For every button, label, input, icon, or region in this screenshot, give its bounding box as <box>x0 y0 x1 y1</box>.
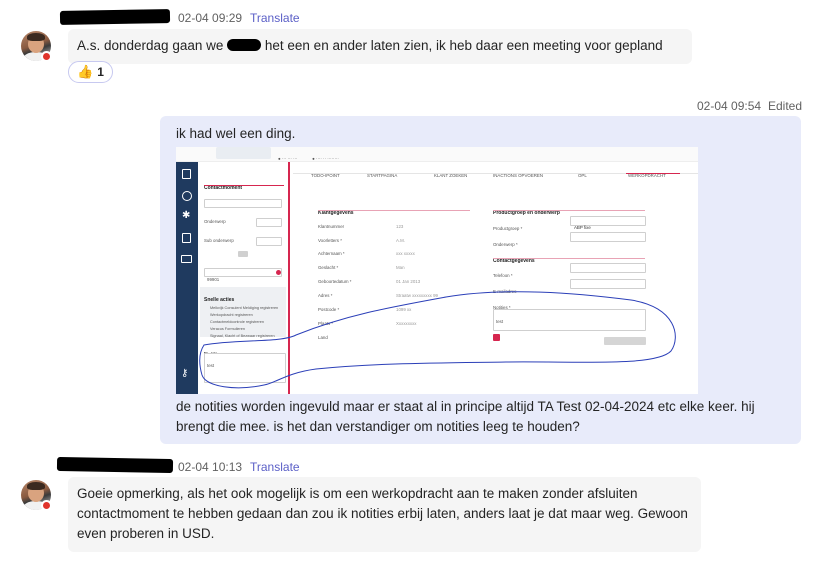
reaction-badge[interactable]: 👍 1 <box>68 61 113 83</box>
message-text: Goeie opmerking, als het ook mogelijk is… <box>77 486 688 541</box>
message-text: ik had wel een ding. <box>176 126 296 141</box>
message-timestamp: 02-04 10:13 <box>178 460 243 474</box>
message-bubble[interactable]: A.s. donderdag gaan we het een en ander … <box>68 29 692 64</box>
message-bubble[interactable]: ik had wel een ding. ● ··· ··· ··· ● ···… <box>160 116 801 444</box>
message-text-end: het een en ander laten zien, ik heb daar… <box>264 38 663 53</box>
message-timestamp: 02-04 09:54 <box>697 99 762 113</box>
redacted-sender-name <box>59 9 171 25</box>
message-text: de notities worden ingevuld maar er staa… <box>176 399 755 434</box>
translate-link[interactable]: Translate <box>250 460 300 474</box>
annotation-circle <box>199 291 676 389</box>
message-timestamp: 02-04 09:29 <box>178 11 243 25</box>
translate-link[interactable]: Translate <box>250 11 300 25</box>
thumbs-up-icon: 👍 <box>77 64 94 79</box>
redacted-name <box>227 39 262 51</box>
redacted-sender-name <box>56 456 174 474</box>
reaction-count: 1 <box>97 65 104 79</box>
edited-label: Edited <box>768 99 803 113</box>
presence-status-icon <box>41 51 52 62</box>
message-bubble[interactable]: Goeie opmerking, als het ook mogelijk is… <box>68 477 701 552</box>
message-text-start: A.s. donderdag gaan we <box>77 38 224 53</box>
presence-status-icon <box>41 500 52 511</box>
attached-screenshot[interactable]: ● ··· ··· ··· ● ···· ·· ········ ✱ ⚷ Con… <box>176 147 698 394</box>
